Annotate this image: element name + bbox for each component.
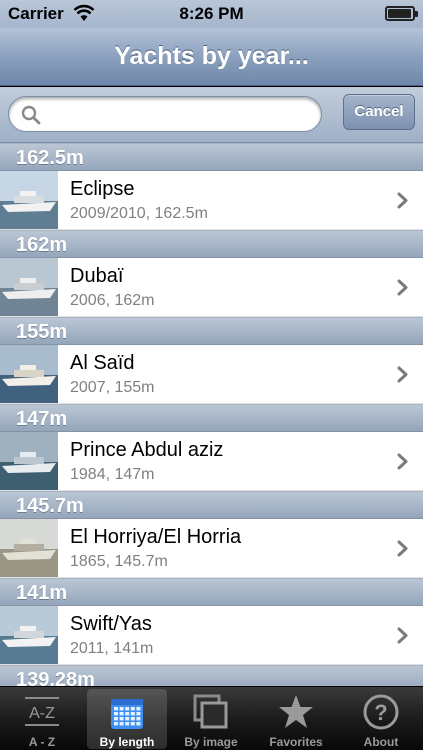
tab-images[interactable]: By image [171,689,251,749]
chevron-right-icon [397,192,408,209]
tab-star[interactable]: Favorites [256,689,336,749]
tab-label: Favorites [269,735,323,749]
yacht-list[interactable]: 162.5m Eclipse 2009/2010, 162.5m 162m Dubaï 2… [0,143,423,686]
battery-icon [385,6,418,21]
section-header: 147m [0,404,423,432]
star-icon [277,693,315,731]
tab-label: A - Z [28,735,56,749]
page-title: Yachts by year... [114,42,309,70]
chevron-right-icon [397,453,408,470]
yacht-details: 2011, 141m [70,640,154,657]
calendar-icon [108,693,146,731]
yacht-name: Dubaï [70,265,124,287]
section-header: 162.5m [0,143,423,171]
battery-level [388,9,411,18]
yacht-name: El Horriya/El Horria [70,526,242,548]
chevron-right-icon [397,627,408,644]
tab-label: About [363,735,399,749]
yacht-name: Prince Abdul aziz [70,439,224,461]
yacht-details: 1984, 147m [70,466,155,483]
tab-az[interactable]: A-Z A - Z [2,689,82,749]
yacht-name: Eclipse [70,178,135,200]
az-icon: A-Z [23,693,61,731]
yacht-details: 2009/2010, 162.5m [70,205,208,222]
chevron-right-icon [397,366,408,383]
list-item[interactable]: Dubaï 2006, 162m [0,258,423,317]
yacht-thumbnail [0,345,58,403]
section-header: 145.7m [0,491,423,519]
yacht-thumbnail [0,258,58,316]
section-header: 162m [0,230,423,258]
list-item[interactable]: El Horriya/El Horria 1865, 145.7m [0,519,423,578]
status-bar: Carrier 8:26 PM [0,0,423,28]
list-item[interactable]: Prince Abdul aziz 1984, 147m [0,432,423,491]
list-item[interactable]: Swift/Yas 2011, 141m [0,606,423,665]
yacht-thumbnail [0,432,58,490]
yacht-details: 2007, 155m [70,379,155,396]
yacht-thumbnail [0,519,58,577]
yacht-name: Swift/Yas [70,613,152,635]
chevron-right-icon [397,279,408,296]
list-item[interactable]: Al Saïd 2007, 155m [0,345,423,404]
navigation-bar: Yachts by year... [0,28,423,86]
list-item[interactable]: Eclipse 2009/2010, 162.5m [0,171,423,230]
yacht-thumbnail [0,606,58,664]
tab-question[interactable]: ? About [341,689,421,749]
question-icon: ? [362,693,400,731]
tab-bar: A-Z A - Z By length By image Favorites? About [0,686,423,750]
section-header: 141m [0,578,423,606]
tab-label: By length [99,735,155,749]
search-icon [21,105,41,125]
svg-text:?: ? [374,700,387,725]
search-input[interactable] [49,103,309,127]
images-icon [192,693,230,731]
tab-label: By image [184,735,238,749]
status-time: 8:26 PM [179,4,244,23]
search-field[interactable] [8,96,322,132]
yacht-details: 1865, 145.7m [70,553,168,570]
section-header: 139.28m [0,665,423,686]
yacht-details: 2006, 162m [70,292,155,309]
yacht-name: Al Saïd [70,352,135,374]
chevron-right-icon [397,540,408,557]
section-header: 155m [0,317,423,345]
yacht-thumbnail [0,171,58,229]
cancel-button[interactable]: Cancel [343,94,415,130]
svg-text:A-Z: A-Z [29,705,55,722]
tab-calendar[interactable]: By length [87,689,167,749]
